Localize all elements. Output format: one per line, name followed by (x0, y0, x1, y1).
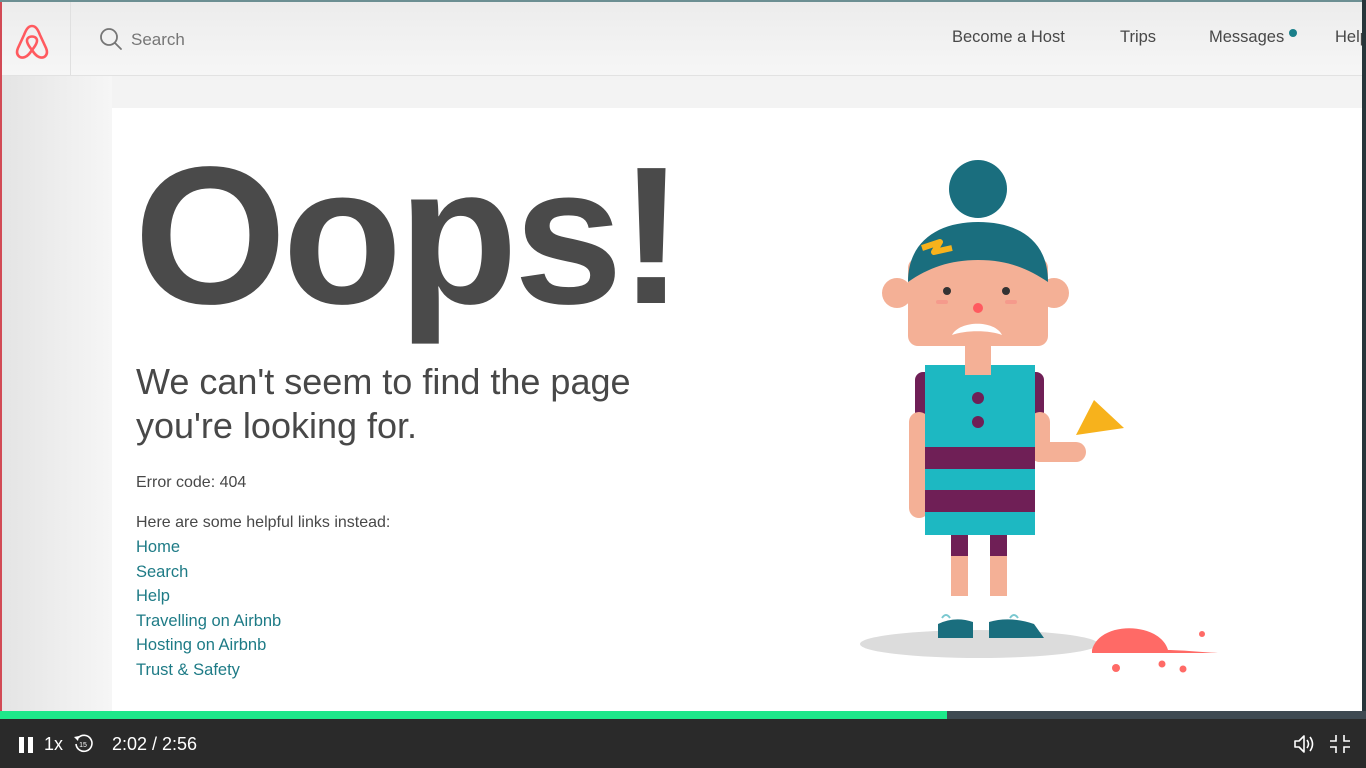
video-player: Search Become a Host Trips Messages Help… (0, 0, 1366, 768)
playback-speed-button[interactable]: 1x (44, 734, 63, 755)
player-controls: 1x 15 2:02 / 2:56 (0, 719, 1366, 768)
svg-text:15: 15 (79, 742, 87, 749)
progress-fill (0, 711, 947, 719)
frame-edge (0, 0, 1366, 2)
sad-girl-illustration (860, 160, 1218, 673)
video-frame[interactable]: Search Become a Host Trips Messages Help… (0, 0, 1366, 711)
page-background (2, 76, 112, 711)
nav-trips[interactable]: Trips (1120, 28, 1156, 47)
exit-fullscreen-icon[interactable] (1328, 733, 1352, 755)
site-header: Search Become a Host Trips Messages Help (2, 2, 1366, 76)
logo-link[interactable] (2, 2, 71, 75)
link-help[interactable]: Help (136, 587, 281, 612)
notification-dot (1289, 29, 1297, 37)
rewind-15-icon[interactable]: 15 (72, 733, 94, 755)
error-subtitle: We can't seem to find the page you're lo… (136, 361, 631, 446)
helpful-links-list: Home Search Help Travelling on Airbnb Ho… (136, 538, 281, 685)
helpful-links-intro: Here are some helpful links instead: (136, 514, 391, 531)
error-code: Error code: 404 (136, 474, 247, 491)
volume-icon[interactable] (1292, 733, 1316, 755)
playback-time: 2:02 / 2:56 (112, 734, 198, 754)
link-search[interactable]: Search (136, 563, 281, 588)
link-travelling[interactable]: Travelling on Airbnb (136, 612, 281, 637)
airbnb-logo-icon (15, 24, 49, 59)
link-home[interactable]: Home (136, 538, 281, 563)
pause-icon[interactable] (16, 735, 36, 755)
nav-become-host[interactable]: Become a Host (952, 28, 1065, 47)
frame-edge (1362, 0, 1366, 711)
progress-bar[interactable] (0, 711, 1366, 719)
frame-edge (0, 0, 2, 711)
link-trust-safety[interactable]: Trust & Safety (136, 661, 281, 686)
link-hosting[interactable]: Hosting on Airbnb (136, 636, 281, 661)
search-input[interactable]: Search (131, 30, 185, 50)
search-icon (100, 28, 122, 50)
nav-messages[interactable]: Messages (1209, 28, 1284, 47)
error-heading: Oops! (134, 126, 684, 345)
